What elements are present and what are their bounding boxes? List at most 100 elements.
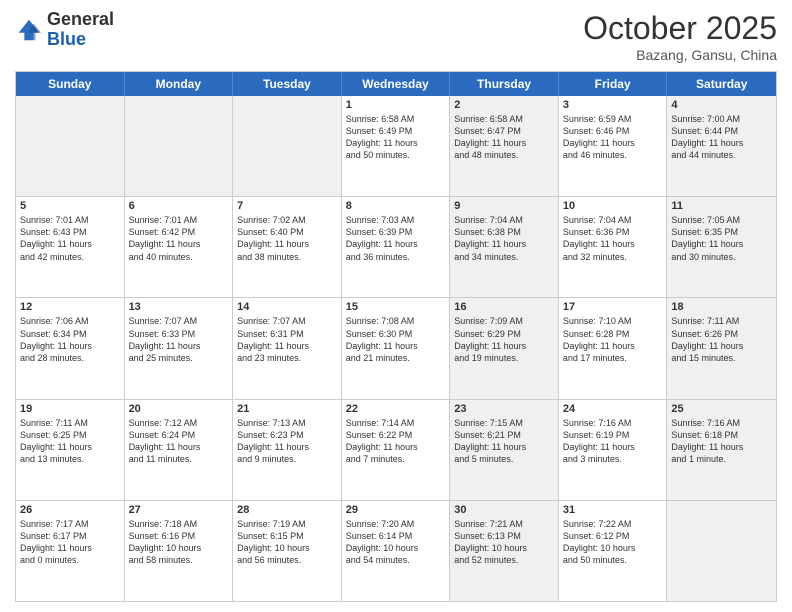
day-number: 14 <box>237 301 337 313</box>
logo-text: General Blue <box>47 10 114 50</box>
calendar-cell: 23 Sunrise: 7:15 AM Sunset: 6:21 PM Dayli… <box>450 400 559 500</box>
calendar-cell <box>667 501 776 601</box>
calendar-row: 5 Sunrise: 7:01 AM Sunset: 6:43 PM Daylig… <box>16 196 776 297</box>
calendar-cell: 13 Sunrise: 7:07 AM Sunset: 6:33 PM Dayli… <box>125 298 234 398</box>
weekday-header: Monday <box>125 72 234 96</box>
day-number: 11 <box>671 200 772 212</box>
calendar-cell: 5 Sunrise: 7:01 AM Sunset: 6:43 PM Daylig… <box>16 197 125 297</box>
day-number: 29 <box>346 504 446 516</box>
cell-info: Sunrise: 7:05 AM Sunset: 6:35 PM Dayligh… <box>671 214 772 263</box>
calendar-cell: 3Sunrise: 6:59 AM Sunset: 6:46 PM Daylig… <box>559 96 668 196</box>
calendar-cell: 14 Sunrise: 7:07 AM Sunset: 6:31 PM Dayli… <box>233 298 342 398</box>
calendar-cell: 30Sunrise: 7:21 AM Sunset: 6:13 PM Dayli… <box>450 501 559 601</box>
day-number: 20 <box>129 403 229 415</box>
logo: General Blue <box>15 10 114 50</box>
calendar-cell: 12Sunrise: 7:06 AM Sunset: 6:34 PM Dayli… <box>16 298 125 398</box>
cell-info: Sunrise: 7:04 AM Sunset: 6:38 PM Dayligh… <box>454 214 554 263</box>
calendar-cell <box>233 96 342 196</box>
day-number: 18 <box>671 301 772 313</box>
logo-general: General <box>47 9 114 29</box>
header: General Blue October 2025 Bazang, Gansu,… <box>15 10 777 63</box>
calendar-cell: 17Sunrise: 7:10 AM Sunset: 6:28 PM Dayli… <box>559 298 668 398</box>
calendar-cell: 1Sunrise: 6:58 AM Sunset: 6:49 PM Daylig… <box>342 96 451 196</box>
cell-info: Sunrise: 7:18 AM Sunset: 6:16 PM Dayligh… <box>129 518 229 567</box>
calendar-cell: 2Sunrise: 6:58 AM Sunset: 6:47 PM Daylig… <box>450 96 559 196</box>
calendar-row: 26 Sunrise: 7:17 AM Sunset: 6:17 PM Dayli… <box>16 500 776 601</box>
cell-info: Sunrise: 7:00 AM Sunset: 6:44 PM Dayligh… <box>671 113 772 162</box>
day-number: 17 <box>563 301 663 313</box>
day-number: 26 <box>20 504 120 516</box>
day-number: 16 <box>454 301 554 313</box>
cell-info: Sunrise: 6:59 AM Sunset: 6:46 PM Dayligh… <box>563 113 663 162</box>
cell-info: Sunrise: 7:01 AM Sunset: 6:42 PM Dayligh… <box>129 214 229 263</box>
calendar-cell: 10 Sunrise: 7:04 AM Sunset: 6:36 PM Dayli… <box>559 197 668 297</box>
calendar-row: 12Sunrise: 7:06 AM Sunset: 6:34 PM Dayli… <box>16 297 776 398</box>
day-number: 15 <box>346 301 446 313</box>
cell-info: Sunrise: 7:09 AM Sunset: 6:29 PM Dayligh… <box>454 315 554 364</box>
calendar-cell: 11 Sunrise: 7:05 AM Sunset: 6:35 PM Dayli… <box>667 197 776 297</box>
weekday-header: Saturday <box>667 72 776 96</box>
calendar-header: SundayMondayTuesdayWednesdayThursdayFrid… <box>16 72 776 96</box>
calendar-cell: 6 Sunrise: 7:01 AM Sunset: 6:42 PM Daylig… <box>125 197 234 297</box>
cell-info: Sunrise: 7:07 AM Sunset: 6:31 PM Dayligh… <box>237 315 337 364</box>
day-number: 7 <box>237 200 337 212</box>
calendar-cell: 27 Sunrise: 7:18 AM Sunset: 6:16 PM Dayli… <box>125 501 234 601</box>
cell-info: Sunrise: 7:11 AM Sunset: 6:25 PM Dayligh… <box>20 417 120 466</box>
cell-info: Sunrise: 7:04 AM Sunset: 6:36 PM Dayligh… <box>563 214 663 263</box>
calendar-cell: 16 Sunrise: 7:09 AM Sunset: 6:29 PM Dayli… <box>450 298 559 398</box>
weekday-header: Tuesday <box>233 72 342 96</box>
cell-info: Sunrise: 7:06 AM Sunset: 6:34 PM Dayligh… <box>20 315 120 364</box>
cell-info: Sunrise: 7:03 AM Sunset: 6:39 PM Dayligh… <box>346 214 446 263</box>
day-number: 22 <box>346 403 446 415</box>
calendar-cell: 19 Sunrise: 7:11 AM Sunset: 6:25 PM Dayli… <box>16 400 125 500</box>
cell-info: Sunrise: 7:19 AM Sunset: 6:15 PM Dayligh… <box>237 518 337 567</box>
calendar-cell: 25Sunrise: 7:16 AM Sunset: 6:18 PM Dayli… <box>667 400 776 500</box>
cell-info: Sunrise: 7:16 AM Sunset: 6:19 PM Dayligh… <box>563 417 663 466</box>
weekday-header: Friday <box>559 72 668 96</box>
day-number: 10 <box>563 200 663 212</box>
logo-blue: Blue <box>47 29 86 49</box>
day-number: 19 <box>20 403 120 415</box>
logo-icon <box>15 16 43 44</box>
day-number: 6 <box>129 200 229 212</box>
cell-info: Sunrise: 7:01 AM Sunset: 6:43 PM Dayligh… <box>20 214 120 263</box>
cell-info: Sunrise: 7:16 AM Sunset: 6:18 PM Dayligh… <box>671 417 772 466</box>
calendar-cell: 31Sunrise: 7:22 AM Sunset: 6:12 PM Dayli… <box>559 501 668 601</box>
cell-info: Sunrise: 7:14 AM Sunset: 6:22 PM Dayligh… <box>346 417 446 466</box>
weekday-header: Sunday <box>16 72 125 96</box>
title-block: October 2025 Bazang, Gansu, China <box>583 10 777 63</box>
cell-info: Sunrise: 7:11 AM Sunset: 6:26 PM Dayligh… <box>671 315 772 364</box>
calendar-cell: 7 Sunrise: 7:02 AM Sunset: 6:40 PM Daylig… <box>233 197 342 297</box>
cell-info: Sunrise: 7:08 AM Sunset: 6:30 PM Dayligh… <box>346 315 446 364</box>
day-number: 27 <box>129 504 229 516</box>
day-number: 30 <box>454 504 554 516</box>
calendar: SundayMondayTuesdayWednesdayThursdayFrid… <box>15 71 777 602</box>
day-number: 1 <box>346 99 446 111</box>
cell-info: Sunrise: 7:15 AM Sunset: 6:21 PM Dayligh… <box>454 417 554 466</box>
cell-info: Sunrise: 7:12 AM Sunset: 6:24 PM Dayligh… <box>129 417 229 466</box>
calendar-cell: 4 Sunrise: 7:00 AM Sunset: 6:44 PM Daylig… <box>667 96 776 196</box>
calendar-cell: 8Sunrise: 7:03 AM Sunset: 6:39 PM Daylig… <box>342 197 451 297</box>
cell-info: Sunrise: 7:22 AM Sunset: 6:12 PM Dayligh… <box>563 518 663 567</box>
calendar-cell: 29 Sunrise: 7:20 AM Sunset: 6:14 PM Dayli… <box>342 501 451 601</box>
cell-info: Sunrise: 7:20 AM Sunset: 6:14 PM Dayligh… <box>346 518 446 567</box>
cell-info: Sunrise: 7:13 AM Sunset: 6:23 PM Dayligh… <box>237 417 337 466</box>
day-number: 21 <box>237 403 337 415</box>
calendar-cell: 22 Sunrise: 7:14 AM Sunset: 6:22 PM Dayli… <box>342 400 451 500</box>
calendar-row: 19 Sunrise: 7:11 AM Sunset: 6:25 PM Dayli… <box>16 399 776 500</box>
calendar-cell <box>125 96 234 196</box>
cell-info: Sunrise: 7:07 AM Sunset: 6:33 PM Dayligh… <box>129 315 229 364</box>
calendar-cell: 15 Sunrise: 7:08 AM Sunset: 6:30 PM Dayli… <box>342 298 451 398</box>
day-number: 4 <box>671 99 772 111</box>
calendar-cell: 9 Sunrise: 7:04 AM Sunset: 6:38 PM Daylig… <box>450 197 559 297</box>
calendar-cell <box>16 96 125 196</box>
day-number: 28 <box>237 504 337 516</box>
cell-info: Sunrise: 7:02 AM Sunset: 6:40 PM Dayligh… <box>237 214 337 263</box>
cell-info: Sunrise: 7:17 AM Sunset: 6:17 PM Dayligh… <box>20 518 120 567</box>
day-number: 23 <box>454 403 554 415</box>
calendar-cell: 21 Sunrise: 7:13 AM Sunset: 6:23 PM Dayli… <box>233 400 342 500</box>
day-number: 13 <box>129 301 229 313</box>
day-number: 9 <box>454 200 554 212</box>
month-title: October 2025 <box>583 10 777 47</box>
day-number: 5 <box>20 200 120 212</box>
